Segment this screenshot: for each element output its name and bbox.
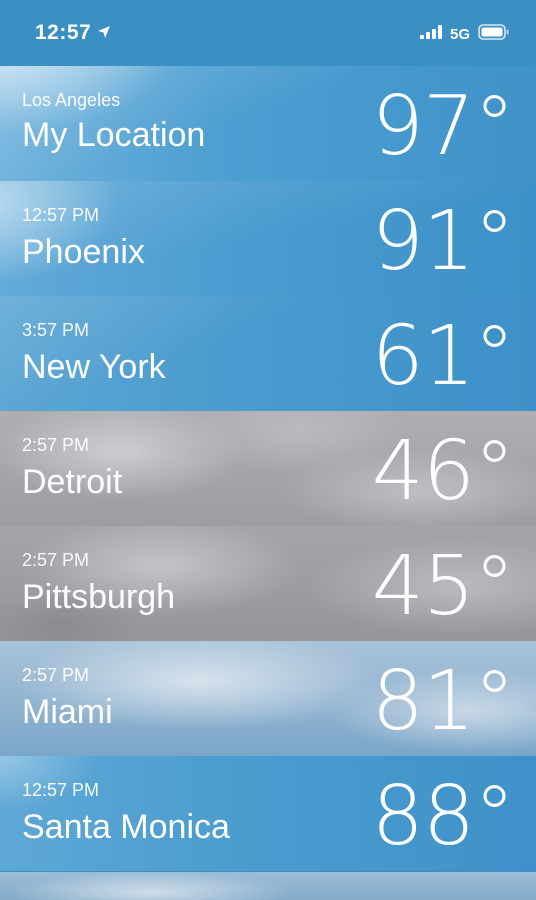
location-temperature: 88° bbox=[371, 769, 515, 864]
location-local-time: 3:57 PM bbox=[22, 320, 90, 340]
location-temperature: 91° bbox=[371, 194, 515, 289]
location-temperature: 45° bbox=[371, 539, 515, 634]
location-local-time: 2:57 PM bbox=[22, 435, 90, 455]
location-temperature: 97° bbox=[371, 79, 515, 174]
status-right-group: 5G bbox=[419, 24, 510, 45]
location-row-miami[interactable]: 2:57 PM Miami 81° bbox=[0, 641, 536, 756]
location-arrow-icon bbox=[97, 21, 111, 45]
location-name: Miami bbox=[22, 693, 113, 731]
weather-app-screen: 12:57 5G Los Angeles My Location 97° 12:… bbox=[0, 0, 536, 900]
status-time-group: 12:57 bbox=[35, 21, 111, 45]
location-row-phoenix[interactable]: 12:57 PM Phoenix 91° bbox=[0, 181, 536, 296]
location-name: Santa Monica bbox=[22, 808, 230, 846]
location-name: Detroit bbox=[22, 463, 123, 501]
location-local-time: 12:57 PM bbox=[22, 205, 100, 225]
status-time: 12:57 bbox=[35, 21, 92, 44]
location-temperature: 46° bbox=[371, 424, 515, 519]
location-name: Phoenix bbox=[22, 233, 145, 271]
status-bar: 12:57 5G bbox=[0, 0, 536, 66]
network-label: 5G bbox=[449, 26, 470, 43]
location-local-time: 2:57 PM bbox=[22, 665, 90, 685]
location-name: Pittsburgh bbox=[22, 578, 176, 616]
signal-bars-icon bbox=[419, 25, 442, 44]
location-row-pittsburgh[interactable]: 2:57 PM Pittsburgh 45° bbox=[0, 526, 536, 641]
location-row-santa-monica[interactable]: 12:57 PM Santa Monica 88° bbox=[0, 756, 536, 871]
location-row-new-york[interactable]: 3:57 PM New York 61° bbox=[0, 296, 536, 411]
location-temperature: 81° bbox=[371, 654, 515, 749]
location-subtitle: Los Angeles bbox=[22, 90, 121, 110]
location-temperature: 61° bbox=[371, 309, 515, 404]
location-name: My Location bbox=[22, 116, 206, 154]
location-name: New York bbox=[22, 348, 166, 386]
location-row-my-location[interactable]: Los Angeles My Location 97° bbox=[0, 66, 536, 181]
location-row-detroit[interactable]: 2:57 PM Detroit 46° bbox=[0, 411, 536, 526]
location-local-time: 12:57 PM bbox=[22, 780, 100, 800]
location-local-time: 2:57 PM bbox=[22, 550, 90, 570]
next-location-row-partial[interactable] bbox=[0, 872, 536, 900]
battery-icon bbox=[478, 24, 510, 45]
